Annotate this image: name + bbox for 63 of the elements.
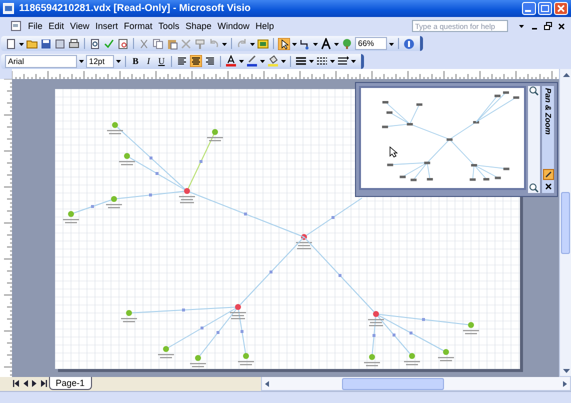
zoom-out-icon[interactable] [529, 182, 540, 192]
pin-button[interactable] [542, 168, 554, 180]
open-folder-icon[interactable] [26, 38, 38, 50]
menu-item[interactable]: File [28, 21, 43, 31]
menu-item[interactable]: Insert [95, 21, 118, 31]
fill-color-icon[interactable] [267, 55, 279, 67]
app-icon [3, 3, 14, 14]
text-tool-icon[interactable] [320, 38, 332, 50]
horizontal-scrollbar[interactable] [260, 376, 571, 391]
minimize-button[interactable] [522, 2, 536, 15]
first-page-icon[interactable] [13, 379, 20, 388]
font-size-field[interactable]: 12pt [86, 54, 114, 68]
scrollbar-thumb[interactable] [342, 378, 444, 390]
line-pattern-icon[interactable] [316, 55, 328, 67]
print-icon[interactable] [68, 38, 80, 50]
close-icon[interactable] [558, 22, 565, 30]
line-weight-icon[interactable] [295, 55, 307, 67]
close-icon[interactable] [544, 182, 553, 190]
help-icon[interactable] [403, 38, 415, 50]
menu-item[interactable]: Help [255, 21, 274, 31]
vertical-scrollbar[interactable] [559, 68, 571, 376]
last-page-icon[interactable] [40, 379, 47, 388]
next-page-icon[interactable] [30, 379, 38, 388]
underline-button[interactable]: U [156, 55, 167, 67]
line-ends-icon[interactable] [337, 55, 349, 67]
format-painter-icon[interactable] [194, 38, 206, 50]
menu-item[interactable]: Format [124, 21, 152, 31]
dropdown-arrow-icon[interactable] [518, 22, 525, 30]
paste-icon[interactable] [166, 38, 178, 50]
menu-item[interactable]: Tools [158, 21, 180, 31]
window-title: 1186594210281.vdx [Read-Only] - Microsoft Visio [19, 3, 251, 14]
menu-item[interactable]: Edit [48, 21, 64, 31]
font-field[interactable]: Arial [5, 54, 77, 68]
menu-item[interactable]: Shape [185, 21, 212, 31]
bold-button[interactable]: B [130, 55, 141, 67]
save-icon[interactable] [40, 38, 52, 50]
document-icon[interactable] [10, 20, 22, 32]
prev-page-icon[interactable] [22, 379, 29, 388]
copy-icon[interactable] [152, 38, 164, 50]
scrollbar-thumb[interactable] [561, 192, 570, 254]
connector-tool-icon[interactable] [299, 38, 311, 50]
line-color-icon[interactable] [246, 55, 258, 67]
align-left-icon[interactable] [176, 55, 188, 67]
new-document-icon[interactable] [5, 38, 17, 50]
close-button[interactable] [554, 2, 568, 15]
print-preview-icon[interactable] [89, 38, 101, 50]
maximize-button[interactable] [538, 2, 552, 15]
menu-item[interactable]: Window [217, 21, 250, 31]
pointer-tool-icon[interactable] [278, 38, 290, 50]
zoom-field[interactable]: 66% [355, 37, 387, 50]
pan-zoom-title: Pan & Zoom [544, 88, 553, 134]
align-center-icon[interactable] [190, 55, 202, 67]
align-right-icon[interactable] [204, 55, 216, 67]
pointer-icon [389, 146, 399, 158]
restore-icon[interactable] [544, 22, 552, 30]
hub-node-drawing [296, 197, 362, 249]
cut-icon[interactable] [138, 38, 150, 50]
shapes-icon[interactable] [257, 38, 269, 50]
page-tab[interactable]: Page-1 [48, 377, 92, 390]
font-color-icon[interactable] [225, 55, 237, 67]
zoom-in-icon[interactable] [529, 86, 540, 96]
menu-item[interactable]: View [70, 21, 90, 31]
italic-button[interactable]: I [143, 55, 154, 67]
